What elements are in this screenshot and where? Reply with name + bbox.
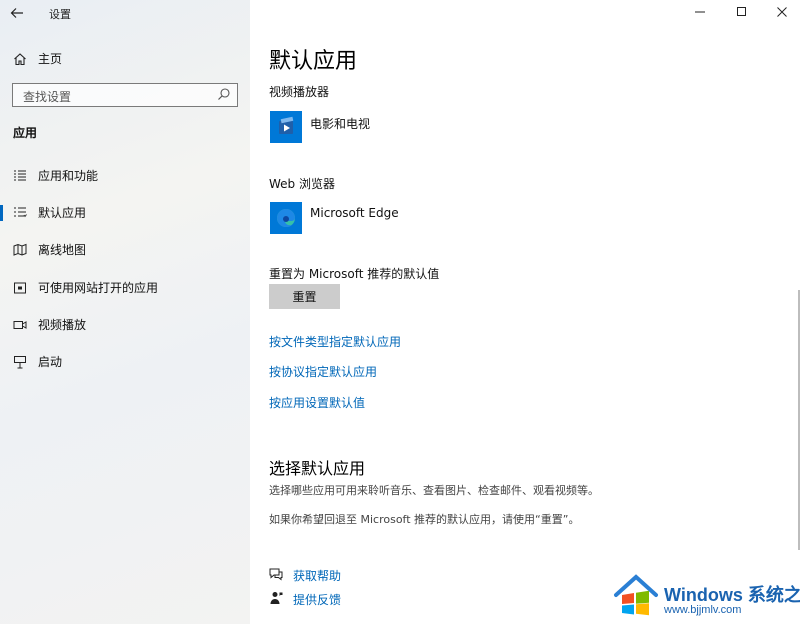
windows-house-logo bbox=[614, 574, 658, 616]
sidebar-item-label: 默认应用 bbox=[38, 206, 87, 220]
choose-description: 选择哪些应用可用来聆听音乐、查看图片、检查邮件、观看视频等。 bbox=[269, 484, 599, 497]
sidebar-item-label: 应用和功能 bbox=[38, 169, 99, 183]
get-help-link[interactable]: 获取帮助 bbox=[293, 567, 341, 584]
sidebar-section-heading: 应用 bbox=[13, 126, 38, 140]
reset-button[interactable]: 重置 bbox=[269, 284, 340, 309]
sidebar-item-video-playback[interactable]: 视频播放 bbox=[0, 313, 250, 337]
web-browser-label: Web 浏览器 bbox=[269, 177, 335, 191]
back-arrow-icon[interactable] bbox=[10, 6, 28, 22]
link-by-app[interactable]: 按应用设置默认值 bbox=[269, 394, 365, 411]
help-chat-icon bbox=[268, 566, 284, 582]
window-controls bbox=[680, 0, 800, 28]
page-title: 默认应用 bbox=[269, 49, 358, 74]
apps-for-websites-icon bbox=[13, 281, 27, 295]
watermark: Windows 系统之家 www.bjjmlv.com bbox=[612, 573, 800, 624]
link-by-file-type[interactable]: 按文件类型指定默认应用 bbox=[269, 333, 401, 350]
movies-tv-app-icon[interactable] bbox=[270, 111, 302, 143]
choose-default-apps-title: 选择默认应用 bbox=[269, 459, 366, 478]
minimize-icon[interactable] bbox=[690, 5, 710, 23]
sidebar-item-apps-for-websites[interactable]: 可使用网站打开的应用 bbox=[0, 276, 250, 300]
sidebar-item-startup[interactable]: 启动 bbox=[0, 350, 250, 374]
link-by-protocol[interactable]: 按协议指定默认应用 bbox=[269, 363, 377, 380]
sidebar-item-default-apps[interactable]: 默认应用 bbox=[0, 201, 250, 225]
feedback-person-icon bbox=[268, 590, 284, 606]
video-player-app-name[interactable]: 电影和电视 bbox=[310, 115, 370, 132]
watermark-url: www.bjjmlv.com bbox=[664, 604, 742, 616]
apps-list-icon bbox=[13, 169, 27, 183]
feedback-link[interactable]: 提供反馈 bbox=[293, 591, 341, 608]
sidebar-item-label: 视频播放 bbox=[38, 318, 87, 332]
maximize-icon[interactable] bbox=[732, 5, 752, 23]
sidebar-item-label: 可使用网站打开的应用 bbox=[38, 281, 159, 295]
startup-icon bbox=[13, 355, 27, 369]
search-input[interactable]: 查找设置 bbox=[12, 83, 238, 107]
main-content: 默认应用 视频播放器 电影和电视 Web 浏览器 Microsoft Edge … bbox=[250, 0, 800, 624]
reset-label: 重置为 Microsoft 推荐的默认值 bbox=[269, 267, 440, 281]
search-icon[interactable] bbox=[217, 87, 231, 101]
window-title: 设置 bbox=[49, 8, 71, 21]
sidebar-home-label: 主页 bbox=[38, 52, 63, 66]
edge-app-icon[interactable] bbox=[270, 202, 302, 234]
video-player-label: 视频播放器 bbox=[269, 85, 330, 99]
reset-hint: 如果你希望回退至 Microsoft 推荐的默认应用，请使用“重置”。 bbox=[269, 513, 580, 526]
sidebar-item-apps-features[interactable]: 应用和功能 bbox=[0, 164, 250, 188]
sidebar-item-label: 离线地图 bbox=[38, 243, 87, 257]
sidebar-item-label: 启动 bbox=[38, 355, 63, 369]
search-placeholder: 查找设置 bbox=[23, 90, 72, 104]
close-icon[interactable] bbox=[772, 5, 792, 23]
sidebar-item-offline-maps[interactable]: 离线地图 bbox=[0, 238, 250, 262]
video-playback-icon bbox=[13, 318, 27, 332]
sidebar-item-home[interactable]: 主页 bbox=[0, 48, 250, 70]
home-icon bbox=[13, 52, 27, 66]
offline-map-icon bbox=[13, 243, 27, 257]
sidebar: 设置 主页 查找设置 应用 应用和功能 默认应用 离线地图 可使用网站打开的应用… bbox=[0, 0, 250, 624]
web-browser-app-name[interactable]: Microsoft Edge bbox=[310, 206, 399, 220]
active-indicator bbox=[0, 205, 3, 221]
default-apps-icon bbox=[13, 206, 27, 220]
